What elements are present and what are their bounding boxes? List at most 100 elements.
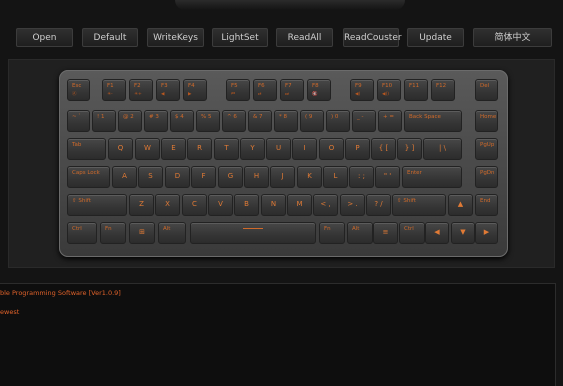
key-label: F (201, 172, 206, 180)
key-r5-k8[interactable]: Ctrl (399, 222, 425, 244)
key-r3-k10[interactable]: : ; (349, 166, 374, 188)
update-button[interactable]: Update (407, 28, 464, 47)
key-r0-k7[interactable]: F7 ⏭ (280, 79, 304, 101)
key-r3-k2[interactable]: S (138, 166, 163, 188)
key-r1-k5[interactable]: % 5 (196, 110, 220, 132)
key-r1-k10[interactable]: ) 0 (326, 110, 350, 132)
readcounter-button[interactable]: ReadCouster (343, 28, 402, 47)
open-button[interactable]: Open (16, 28, 73, 47)
key-r0-k6[interactable]: F6 ⏯ (253, 79, 277, 101)
key-label: * 8 (279, 114, 287, 120)
key-r1-k0[interactable]: ~ ` (67, 110, 90, 132)
key-label: J (281, 172, 284, 180)
key-r3-k0[interactable]: Caps Lock (67, 166, 110, 188)
key-r3-k4[interactable]: F (191, 166, 216, 188)
key-label: ⇧ Shift (72, 198, 91, 204)
key-r1-k11[interactable]: _ - (352, 110, 376, 132)
key-r4-k9[interactable]: > . (340, 194, 365, 216)
key-r4-k12[interactable]: ▲ (448, 194, 473, 216)
key-r4-k4[interactable]: V (208, 194, 233, 216)
key-r0-k5[interactable]: F5 ⏮ (226, 79, 250, 101)
key-r4-k11[interactable]: ⇧ Shift (392, 194, 446, 216)
key-r2-k8[interactable]: I (292, 138, 317, 160)
key-r0-k4[interactable]: F4 ▶ (183, 79, 207, 101)
key-r2-k10[interactable]: P (345, 138, 370, 160)
key-r4-k8[interactable]: < , (313, 194, 338, 216)
key-r3-k7[interactable]: J (270, 166, 295, 188)
key-r3-k1[interactable]: A (112, 166, 137, 188)
key-r5-k6[interactable]: Alt (347, 222, 373, 244)
key-r0-k9[interactable]: F9 ◀) (350, 79, 374, 101)
key-r3-k5[interactable]: G (218, 166, 243, 188)
key-r5-k11[interactable]: ▶ (475, 222, 498, 244)
key-r4-k0[interactable]: ⇧ Shift (67, 194, 127, 216)
language-button[interactable]: 简体中文 (473, 28, 552, 47)
key-r5-k10[interactable]: ▼ (451, 222, 475, 244)
writekeys-button[interactable]: WriteKeys (147, 28, 204, 47)
key-r3-k8[interactable]: K (297, 166, 322, 188)
key-r2-k5[interactable]: T (214, 138, 239, 160)
key-r0-k10[interactable]: F10 ◀)) (377, 79, 401, 101)
key-r4-k1[interactable]: Z (129, 194, 154, 216)
key-label: A (122, 172, 127, 180)
key-r1-k3[interactable]: # 3 (144, 110, 168, 132)
key-r4-k10[interactable]: ? / (366, 194, 391, 216)
key-r2-k2[interactable]: W (135, 138, 160, 160)
key-r1-k1[interactable]: ! 1 (92, 110, 116, 132)
key-r2-k4[interactable]: R (187, 138, 212, 160)
key-r2-k9[interactable]: O (319, 138, 344, 160)
key-r1-k8[interactable]: * 8 (274, 110, 298, 132)
key-r1-k4[interactable]: $ 4 (170, 110, 194, 132)
key-r1-k7[interactable]: & 7 (248, 110, 272, 132)
key-r0-k3[interactable]: F3 ◀ (156, 79, 180, 101)
lightset-button[interactable]: LightSet (212, 28, 268, 47)
key-r2-k3[interactable]: E (161, 138, 186, 160)
key-r5-k1[interactable]: Fn (100, 222, 126, 244)
key-r4-k7[interactable]: M (287, 194, 312, 216)
default-button[interactable]: Default (82, 28, 138, 47)
key-label: ! 1 (97, 114, 105, 120)
key-r5-k5[interactable]: Fn (319, 222, 345, 244)
key-r5-k3[interactable]: Alt (158, 222, 186, 244)
key-r4-k5[interactable]: B (234, 194, 259, 216)
key-r4-k3[interactable]: C (182, 194, 207, 216)
key-r1-k6[interactable]: ^ 6 (222, 110, 246, 132)
key-r2-k13[interactable]: | \ (423, 138, 462, 160)
key-r4-k2[interactable]: X (155, 194, 180, 216)
key-r0-k2[interactable]: F2 ☀+ (129, 79, 153, 101)
key-r3-k11[interactable]: " ' (375, 166, 400, 188)
key-r0-k12[interactable]: F12 (431, 79, 455, 101)
key-r3-k12[interactable]: Enter (402, 166, 462, 188)
key-r0-k11[interactable]: F11 (404, 79, 428, 101)
key-r1-k9[interactable]: ( 9 (300, 110, 324, 132)
key-space[interactable] (190, 222, 316, 244)
key-label: L (333, 172, 338, 180)
key-r0-k13[interactable]: Del (475, 79, 498, 101)
key-r1-k2[interactable]: @ 2 (118, 110, 142, 132)
key-r2-k14[interactable]: PgUp (475, 138, 498, 160)
key-r1-k14[interactable]: Home (475, 110, 498, 132)
key-r3-k3[interactable]: D (165, 166, 190, 188)
key-r0-k0[interactable]: Esc Ⓐ (67, 79, 90, 101)
key-r2-k7[interactable]: U (266, 138, 291, 160)
key-r4-k6[interactable]: N (261, 194, 286, 216)
key-r0-k1[interactable]: F1 ☀- (102, 79, 126, 101)
key-r5-k7[interactable]: ≡ (373, 222, 398, 244)
panel-divider (0, 268, 563, 282)
key-r5-k0[interactable]: Ctrl (67, 222, 97, 244)
key-r2-k6[interactable]: Y (240, 138, 265, 160)
key-r1-k12[interactable]: + = (378, 110, 402, 132)
key-r2-k12[interactable]: } ] (397, 138, 422, 160)
key-r5-k9[interactable]: ◀ (425, 222, 449, 244)
key-r3-k13[interactable]: PgDn (475, 166, 498, 188)
key-r1-k13[interactable]: Back Space (404, 110, 462, 132)
key-r2-k11[interactable]: { [ (371, 138, 396, 160)
key-r4-k13[interactable]: End (475, 194, 498, 216)
key-r5-k2[interactable]: ⊞ (129, 222, 155, 244)
key-r2-k1[interactable]: Q (108, 138, 133, 160)
key-r0-k8[interactable]: F8 🔇 (307, 79, 331, 101)
key-r2-k0[interactable]: Tab (67, 138, 106, 160)
key-r3-k6[interactable]: H (244, 166, 269, 188)
readall-button[interactable]: ReadAll (276, 28, 333, 47)
key-r3-k9[interactable]: L (323, 166, 348, 188)
